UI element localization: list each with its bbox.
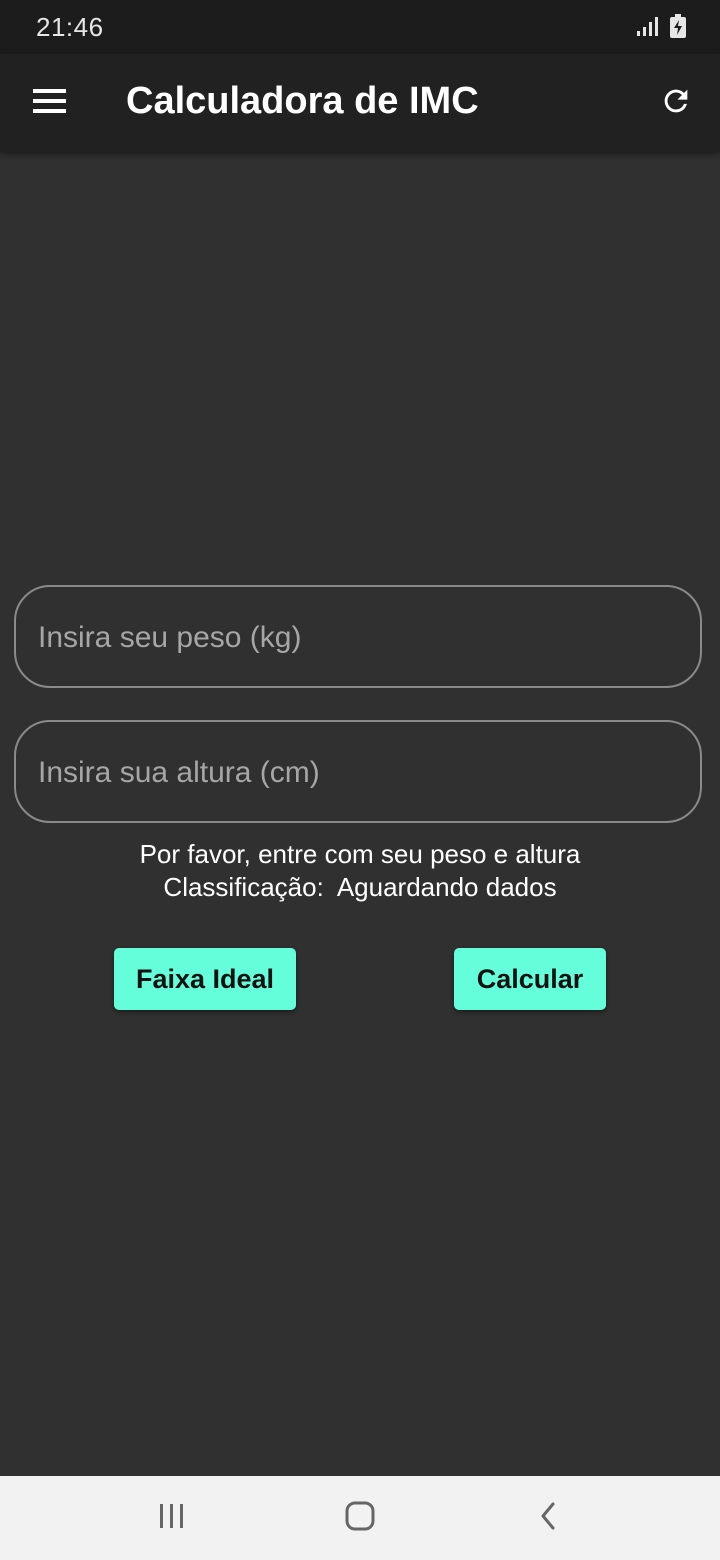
height-field[interactable] [14, 720, 702, 823]
refresh-button[interactable] [652, 79, 700, 127]
refresh-icon [659, 84, 693, 123]
system-nav-bar [0, 1476, 720, 1560]
status-bar: 21:46 [0, 0, 720, 54]
result-text: Por favor, entre com seu peso e altura C… [0, 838, 720, 904]
menu-icon [33, 88, 67, 119]
ideal-range-button[interactable]: Faixa Ideal [114, 948, 296, 1010]
classification-text: Classificação: Aguardando dados [163, 872, 557, 902]
home-button[interactable] [330, 1494, 390, 1542]
status-time: 21:46 [36, 12, 104, 42]
page-title: Calculadora de IMC [126, 80, 479, 122]
recents-icon [157, 1501, 187, 1536]
app-screen: 21:46 Calculadora de IMC Insira seu peso… [0, 0, 720, 1560]
recents-button[interactable] [142, 1494, 202, 1542]
calculate-button[interactable]: Calcular [454, 948, 606, 1010]
home-icon [344, 1500, 376, 1537]
height-input[interactable] [36, 722, 680, 823]
back-button[interactable] [518, 1494, 578, 1542]
weight-input[interactable] [36, 587, 680, 688]
back-icon [536, 1500, 560, 1537]
status-icons [636, 14, 686, 43]
weight-field[interactable] [14, 585, 702, 688]
battery-charging-icon [670, 14, 686, 43]
signal-icon [636, 15, 658, 42]
menu-button[interactable] [26, 79, 74, 127]
app-bar: Calculadora de IMC [0, 54, 720, 152]
result-message: Por favor, entre com seu peso e altura [139, 839, 581, 869]
